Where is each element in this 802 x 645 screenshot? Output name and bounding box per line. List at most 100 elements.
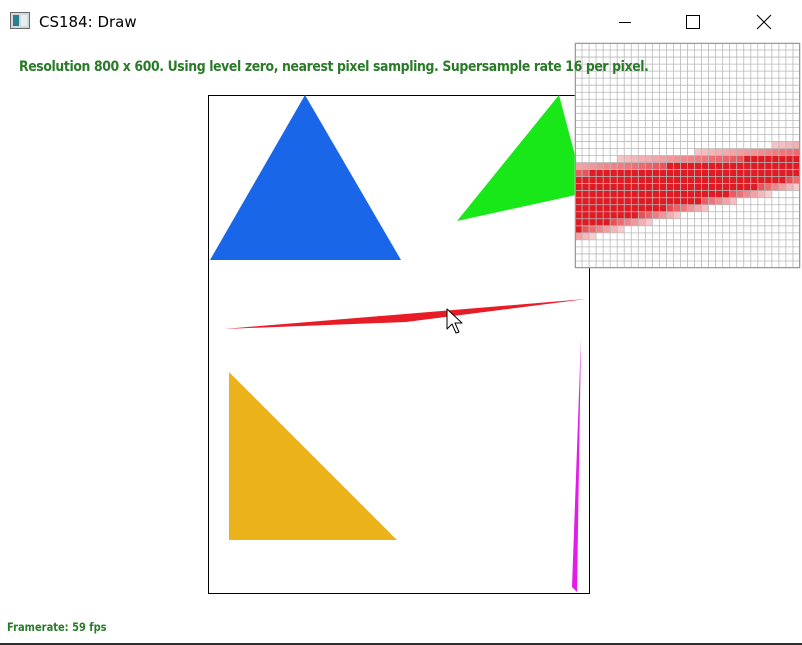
zoom-pixel [694,197,702,205]
zoom-pixel [652,155,660,163]
zoom-pixel [645,190,653,198]
zoom-pixel [785,148,793,156]
zoom-pixel [617,211,625,219]
zoom-pixel [575,204,583,212]
zoom-pixel [778,141,786,149]
zoom-pixel [666,176,674,184]
zoom-pixel [659,197,667,205]
window-title: CS184: Draw [39,13,137,31]
close-button[interactable] [741,0,787,44]
zoom-pixel [673,162,681,170]
zoom-pixel [673,176,681,184]
zoom-pixel [575,225,583,233]
zoom-pixel [729,183,737,191]
zoom-pixel [694,155,702,163]
zoom-pixel [680,176,688,184]
zoom-pixel [778,148,786,156]
zoom-pixel [722,183,730,191]
zoom-pixel [666,211,674,219]
title-bar[interactable]: CS184: Draw [0,0,802,44]
zoom-pixel [645,155,653,163]
zoom-pixel [701,183,709,191]
zoom-pixel [785,183,793,191]
zoom-pixel [722,162,730,170]
zoom-pixel [624,190,632,198]
zoom-pixel [673,211,681,219]
zoom-pixel [659,162,667,170]
zoom-pixel [722,148,730,156]
zoom-pixel [680,169,688,177]
zoom-pixel [701,176,709,184]
zoom-pixel [617,176,625,184]
zoom-pixel [582,162,590,170]
zoom-pixel [596,190,604,198]
zoom-pixel [617,204,625,212]
zoom-pixel [610,218,618,226]
zoom-pixel [575,190,583,198]
maximize-button[interactable] [670,0,716,44]
zoom-pixel [701,190,709,198]
zoom-pixel [701,155,709,163]
render-canvas[interactable] [0,0,802,645]
zoom-pixel [610,197,618,205]
zoom-pixel [638,176,646,184]
zoom-pixel [750,155,758,163]
zoom-pixel [638,183,646,191]
zoom-pixel [750,148,758,156]
zoom-pixel [694,183,702,191]
zoom-pixel [708,176,716,184]
zoom-pixel [631,190,639,198]
zoom-pixel [666,155,674,163]
zoom-pixel [785,176,793,184]
zoom-pixel [715,162,723,170]
zoom-pixel [645,183,653,191]
zoom-pixel [673,169,681,177]
zoom-pixel [652,211,660,219]
zoom-pixel [652,176,660,184]
zoom-pixel [617,162,625,170]
zoom-pixel [750,176,758,184]
zoom-pixel [771,148,779,156]
zoom-pixel [638,190,646,198]
zoom-pixel [736,155,744,163]
zoom-pixel [617,155,625,163]
zoom-pixel [638,211,646,219]
zoom-pixel [645,169,653,177]
minimize-button[interactable] [602,0,648,44]
zoom-pixel [596,169,604,177]
zoom-pixel [659,204,667,212]
zoom-pixel [715,197,723,205]
zoom-pixel [610,176,618,184]
zoom-pixel [596,162,604,170]
zoom-pixel [624,169,632,177]
zoom-pixel [708,197,716,205]
zoom-pixel [638,197,646,205]
zoom-pixel [722,176,730,184]
zoom-pixel [694,176,702,184]
zoom-pixel [652,183,660,191]
zoom-pixel [596,225,604,233]
zoom-pixel [680,183,688,191]
zoom-pixel [589,183,597,191]
zoom-pixel [757,148,765,156]
zoom-pixel [764,176,772,184]
zoom-pixel [589,204,597,212]
zoom-pixel [729,148,737,156]
zoom-pixel [750,190,758,198]
zoom-pixel [715,190,723,198]
framerate-readout: Framerate: 59 fps [7,620,107,634]
zoom-pixel [645,162,653,170]
zoom-pixel [743,190,751,198]
zoom-pixel [687,162,695,170]
zoom-pixel [596,197,604,205]
zoom-pixel [624,218,632,226]
close-icon [756,14,772,30]
zoom-pixel [652,169,660,177]
zoom-pixel [610,162,618,170]
minimize-icon [619,22,631,23]
zoom-pixel [729,197,737,205]
zoom-pixel [673,190,681,198]
zoom-pixel [659,169,667,177]
zoom-pixel [771,141,779,149]
zoom-pixel [771,176,779,184]
